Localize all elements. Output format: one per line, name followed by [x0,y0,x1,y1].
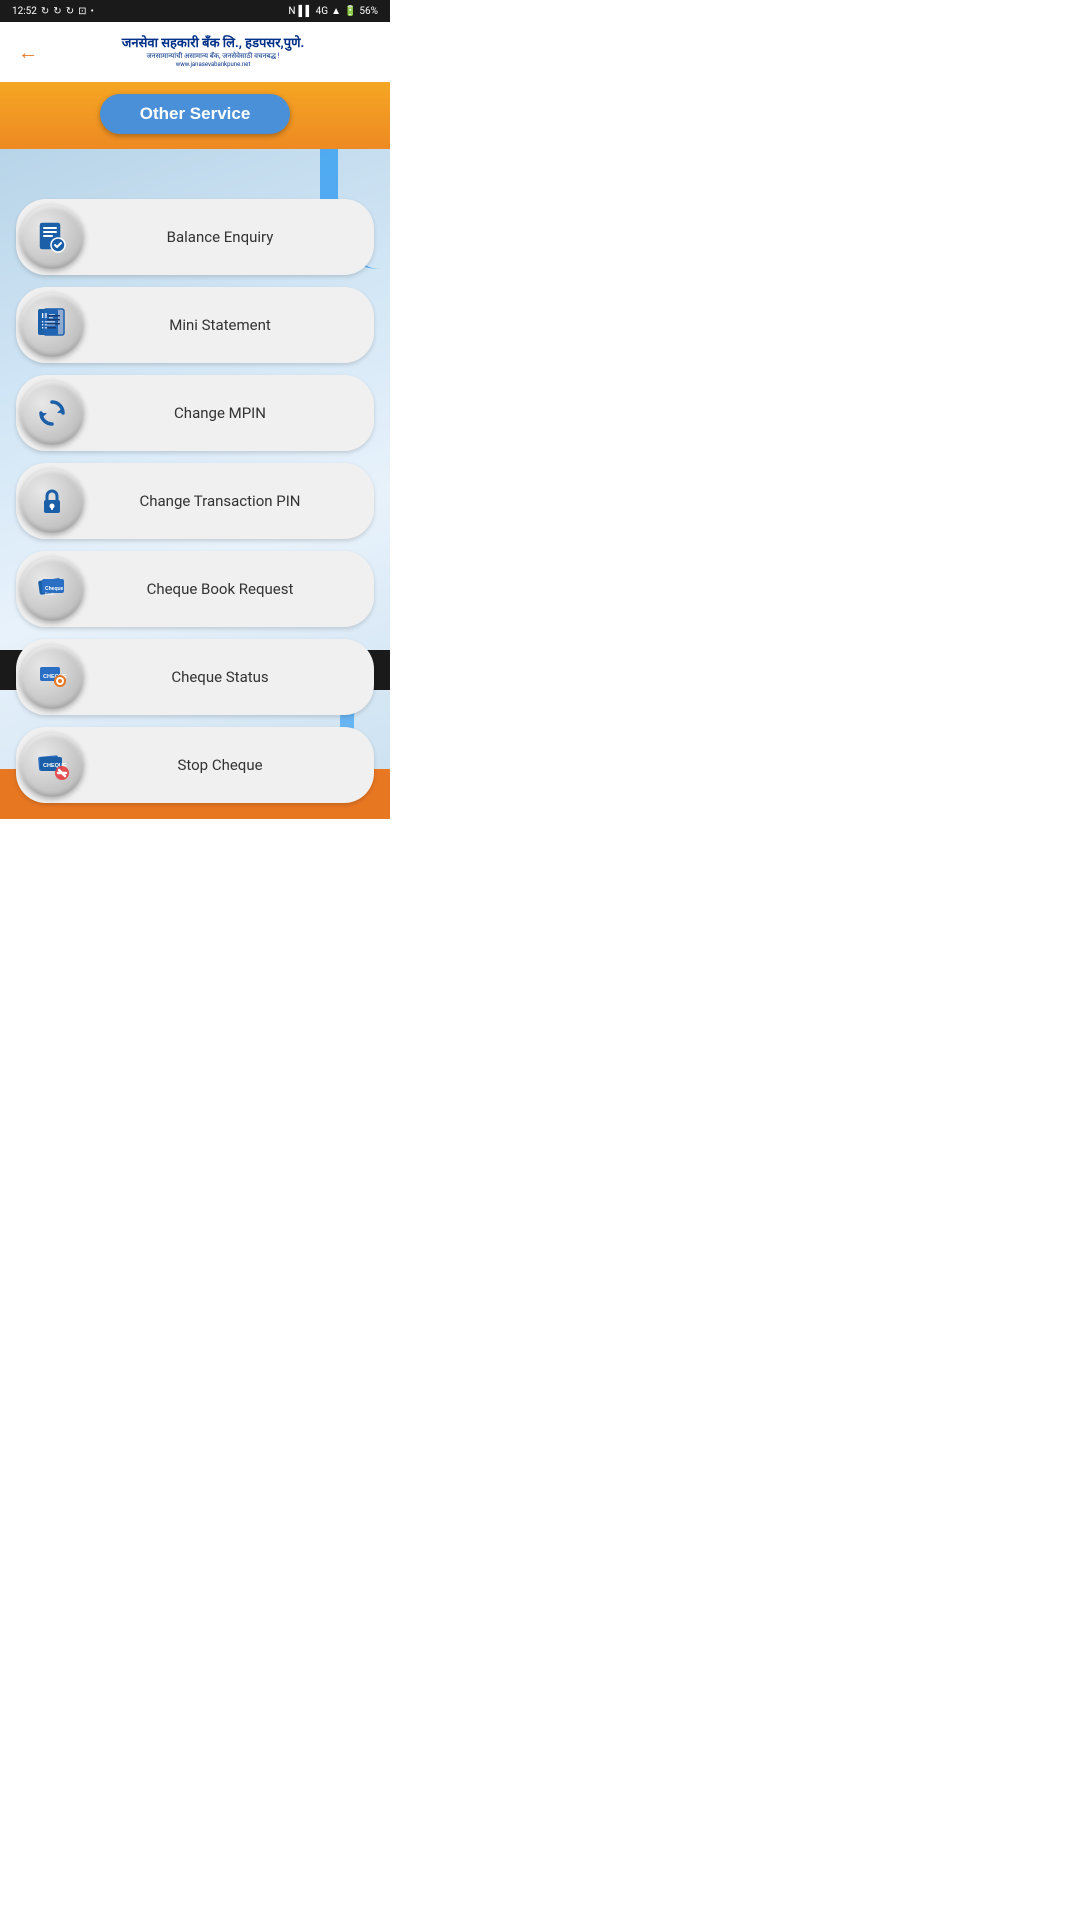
screenshot-icon: ⊡ [78,6,86,17]
svg-text:Book: Book [45,591,54,596]
service-item-cheque-status[interactable]: CHEQUE Cheque Status [16,639,374,715]
network-label: 4G [316,6,328,17]
signal-bars: ▲ [331,6,341,17]
page-title: Other Service [100,94,291,134]
header: ← जनसेवा सहकारी बँक लि., हडपसर,पुणे. जनस… [0,22,390,82]
bank-logo-area: जनसेवा सहकारी बँक लि., हडपसर,पुणे. जनसाम… [46,36,380,68]
service-item-change-mpin[interactable]: Change MPIN [16,375,374,451]
bank-tagline: जनसामान्यांची असामान्य बँक, जनसेवेसाठी व… [146,52,279,61]
service-list: Balance Enquiry Mini Statement Change MP… [16,149,374,803]
back-button[interactable]: ← [10,36,46,69]
service-item-mini-statement[interactable]: Mini Statement [16,287,374,363]
change-mpin-icon [20,381,84,445]
battery-percent: 56% [359,6,378,17]
service-item-balance-enquiry[interactable]: Balance Enquiry [16,199,374,275]
status-left: 12:52 ↻ ↻ ↻ ⊡ • [12,6,94,17]
balance-enquiry-label: Balance Enquiry [86,228,354,246]
cheque-book-request-label: Cheque Book Request [86,580,354,598]
mini-statement-icon [20,293,84,357]
cheque-book-request-icon: Cheque Book [20,557,84,621]
change-mpin-label: Change MPIN [86,404,354,422]
stop-cheque-icon: CHEQUE [20,733,84,797]
service-item-change-transaction-pin[interactable]: Change Transaction PIN [16,463,374,539]
change-transaction-pin-label: Change Transaction PIN [86,492,354,510]
service-item-stop-cheque[interactable]: CHEQUE Stop Cheque [16,727,374,803]
bank-website: www.janasevabankpune.net [176,61,251,68]
bank-name: जनसेवा सहकारी बँक लि., हडपसर,पुणे. [122,36,305,52]
change-transaction-pin-icon [20,469,84,533]
battery-icon: 🔋 [344,6,356,17]
nfc-icon: N [288,6,295,17]
cheque-status-label: Cheque Status [86,668,354,686]
service-item-cheque-book-request[interactable]: Cheque Book Cheque Book Request [16,551,374,627]
status-bar: 12:52 ↻ ↻ ↻ ⊡ • N ▌▌ 4G ▲ 🔋 56% [0,0,390,22]
mini-statement-label: Mini Statement [86,316,354,334]
dot-indicator: • [90,6,93,17]
balance-enquiry-icon [20,205,84,269]
cheque-status-icon: CHEQUE [20,645,84,709]
status-right: N ▌▌ 4G ▲ 🔋 56% [288,6,378,17]
signal-icon: ▌▌ [298,6,312,17]
sync-icon2: ↻ [53,6,61,17]
sync-icon3: ↻ [66,6,74,17]
stop-cheque-label: Stop Cheque [86,756,354,774]
time: 12:52 [12,6,37,17]
main-content: Balance Enquiry Mini Statement Change MP… [0,149,390,819]
sync-icon: ↻ [41,6,49,17]
